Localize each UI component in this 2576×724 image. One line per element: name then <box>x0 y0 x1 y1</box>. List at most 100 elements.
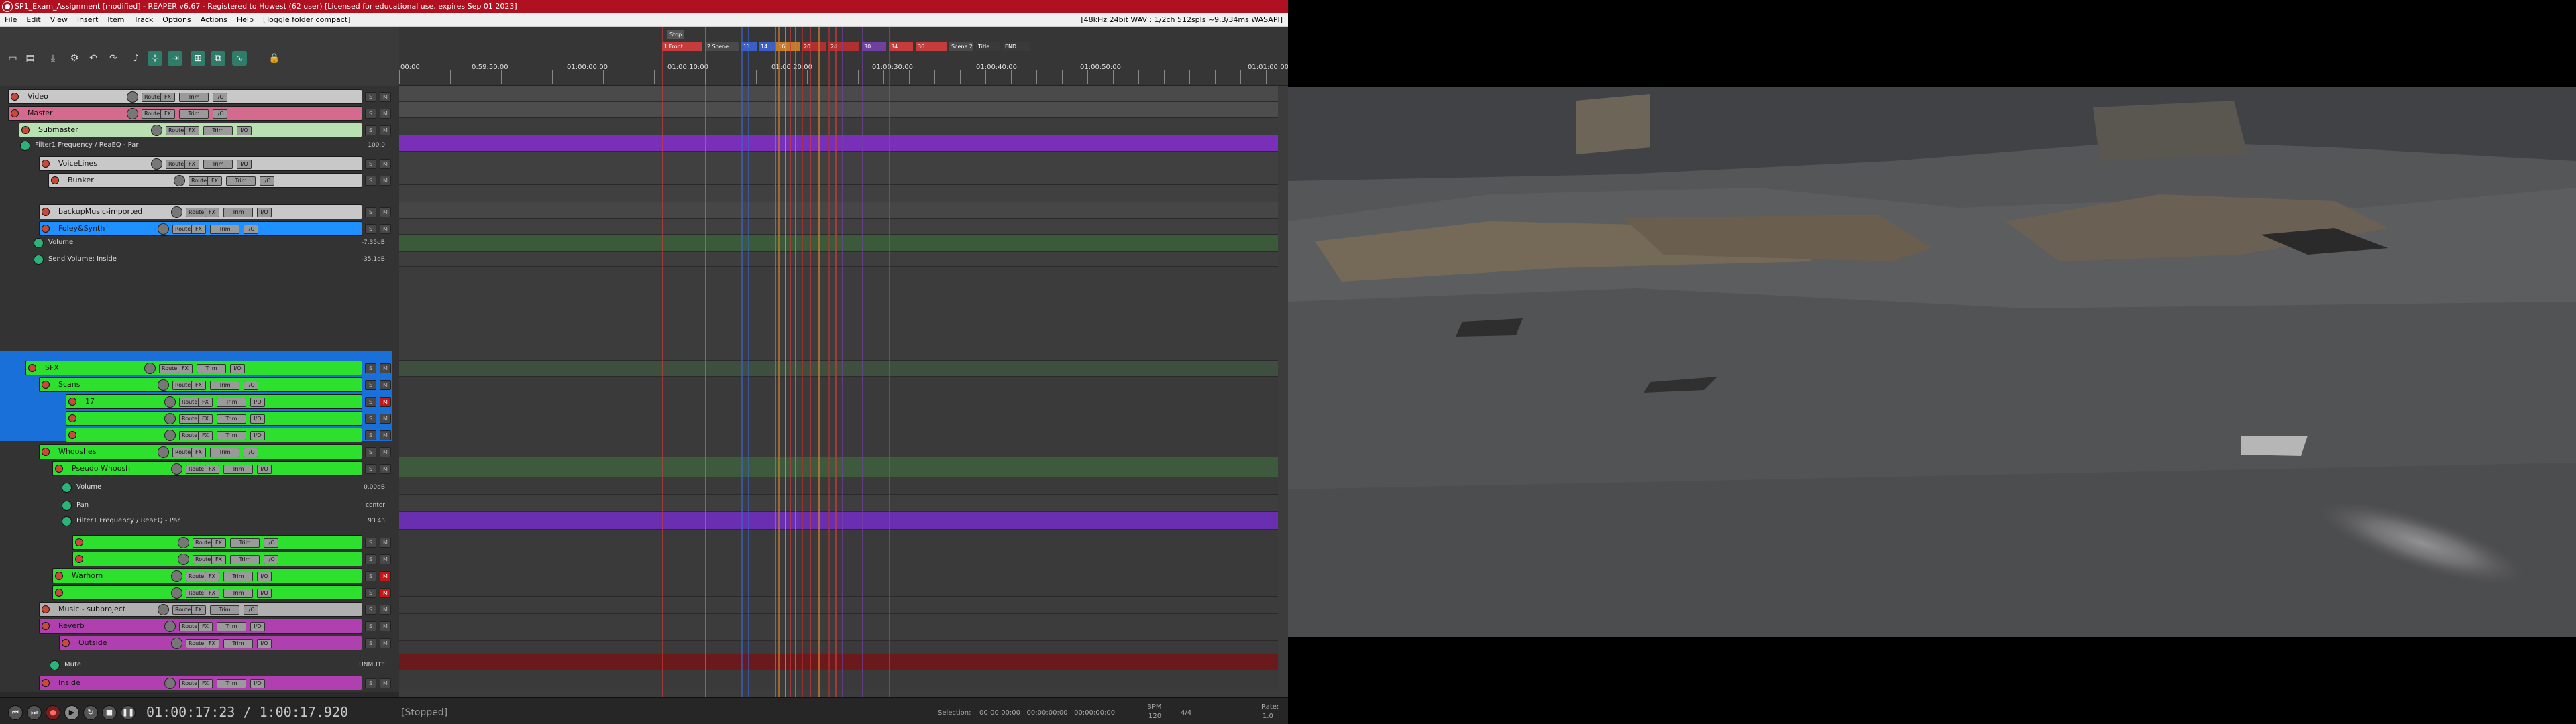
settings-icon[interactable]: ⚙ <box>67 51 82 66</box>
track-row[interactable]: Foley&Synth Route FX Trim I/O M S <box>39 221 391 236</box>
io-button[interactable]: I/O <box>237 126 252 135</box>
solo-button[interactable]: S <box>365 397 376 407</box>
track-lane[interactable] <box>399 512 1278 530</box>
fx-button[interactable]: FX <box>211 555 226 564</box>
fx-button[interactable]: FX <box>205 572 219 581</box>
track-lane[interactable] <box>399 235 1278 252</box>
record-arm-button[interactable] <box>42 605 50 613</box>
mute-button[interactable]: M <box>380 92 391 102</box>
mute-button[interactable]: M <box>380 397 391 407</box>
menu-edit[interactable]: Edit <box>21 13 45 26</box>
undo-icon[interactable]: ↶ <box>86 51 101 66</box>
fx-button[interactable]: FX <box>205 208 219 217</box>
solo-button[interactable]: S <box>365 554 376 564</box>
mute-button[interactable]: M <box>380 588 391 598</box>
solo-button[interactable]: S <box>365 588 376 598</box>
track-row[interactable]: Inside Route FX Trim I/O M S <box>39 676 391 690</box>
region-marker[interactable]: 24 <box>828 42 859 51</box>
track-row[interactable]: VoiceLines Route FX Trim I/O M S <box>39 156 391 171</box>
track-name[interactable]: Bunker <box>64 175 171 186</box>
region-marker[interactable]: 2 Scene <box>705 42 739 51</box>
track-name[interactable]: Reverb <box>54 621 162 631</box>
trim-button[interactable]: Trim <box>210 381 239 390</box>
mute-button[interactable]: M <box>380 380 391 390</box>
track-row[interactable]: Music - subproject Route FX Trim I/O M S <box>39 602 391 617</box>
track-name[interactable] <box>68 587 168 598</box>
record-arm-button[interactable] <box>42 448 50 456</box>
record-arm-button[interactable] <box>11 109 19 117</box>
trim-button[interactable]: Trim <box>217 398 246 407</box>
volume-knob[interactable] <box>174 175 185 186</box>
track-lane[interactable] <box>399 477 1278 495</box>
track-lane[interactable] <box>399 597 1278 614</box>
track-lane[interactable] <box>399 457 1278 477</box>
mute-button[interactable]: M <box>380 363 391 373</box>
fx-button[interactable]: FX <box>198 622 213 631</box>
trim-button[interactable]: Trim <box>210 225 239 234</box>
ripple-icon[interactable]: ⇥ <box>168 51 182 66</box>
track-lane[interactable] <box>399 185 1278 202</box>
menu-actions[interactable]: Actions <box>196 13 232 26</box>
route-button[interactable]: Route <box>179 679 201 688</box>
volume-knob[interactable] <box>171 206 182 218</box>
route-button[interactable]: Route <box>172 225 194 234</box>
envelope-lane[interactable]: Mute UNMUTE <box>50 659 389 672</box>
region-marker[interactable]: 30 <box>862 42 886 51</box>
region-marker[interactable]: 1 Front <box>662 42 702 51</box>
mute-button[interactable]: M <box>380 414 391 424</box>
trim-button[interactable]: Trim <box>223 465 253 474</box>
track-row[interactable]: Master Route FX Trim I/O M S <box>8 106 391 121</box>
volume-knob[interactable] <box>164 621 176 632</box>
track-row[interactable]: Whooshes Route FX Trim I/O M S <box>39 444 391 459</box>
route-button[interactable]: Route <box>186 465 207 474</box>
route-button[interactable]: Route <box>166 160 187 169</box>
track-row[interactable]: Route FX Trim I/O M S <box>66 411 391 426</box>
mute-button[interactable]: M <box>380 207 391 217</box>
route-button[interactable]: Route <box>186 589 207 598</box>
envelope-arm-button[interactable] <box>62 483 72 493</box>
track-row[interactable]: Pseudo Whoosh Route FX Trim I/O M S <box>52 461 391 476</box>
route-button[interactable]: Route <box>172 381 194 390</box>
track-lane[interactable] <box>399 641 1278 654</box>
volume-knob[interactable] <box>164 396 176 408</box>
io-button[interactable]: I/O <box>250 414 265 424</box>
track-row[interactable]: Route FX Trim I/O M S <box>66 428 391 442</box>
trim-button[interactable]: Trim <box>230 555 260 564</box>
volume-knob[interactable] <box>178 554 189 565</box>
route-button[interactable]: Route <box>186 639 207 648</box>
trim-button[interactable]: Trim <box>210 605 239 615</box>
record-arm-button[interactable] <box>42 381 50 389</box>
volume-knob[interactable] <box>151 125 162 136</box>
menu-item[interactable]: Item <box>103 13 129 26</box>
solo-button[interactable]: S <box>365 159 376 169</box>
menu-view[interactable]: View <box>46 13 72 26</box>
route-button[interactable]: Route <box>179 398 201 407</box>
track-row[interactable]: backupMusic-imported Route FX Trim I/O M S <box>39 204 391 219</box>
volume-knob[interactable] <box>171 463 182 475</box>
record-arm-button[interactable] <box>55 589 63 597</box>
menu-help[interactable]: Help <box>232 13 258 26</box>
envelope-lane[interactable]: Pan center <box>62 499 389 513</box>
track-name[interactable]: Warhorn <box>68 570 168 581</box>
track-row[interactable]: SFX Route FX Trim I/O M S <box>25 361 391 375</box>
fx-button[interactable]: FX <box>207 176 222 186</box>
selection-values[interactable]: 00:00:00:00 00:00:00:00 00:00:00:00 <box>979 709 1115 717</box>
rate-value[interactable]: 1.0 <box>1263 713 1273 720</box>
trim-button[interactable]: Trim <box>203 160 233 169</box>
mute-button[interactable]: M <box>380 571 391 581</box>
trim-button[interactable]: Trim <box>179 93 209 102</box>
track-row[interactable]: Route FX Trim I/O M S <box>72 535 391 550</box>
track-name[interactable]: SFX <box>41 363 142 373</box>
volume-knob[interactable] <box>164 430 176 441</box>
menu-toggle-folder-compact[interactable]: [Toggle folder compact] <box>258 13 355 26</box>
io-button[interactable]: I/O <box>244 448 258 457</box>
crossfade-icon[interactable]: ⧉ <box>211 51 225 66</box>
volume-knob[interactable] <box>158 223 169 235</box>
solo-button[interactable]: S <box>365 363 376 373</box>
volume-knob[interactable] <box>127 91 138 103</box>
track-row[interactable]: Reverb Route FX Trim I/O M S <box>39 619 391 634</box>
menu-file[interactable]: File <box>0 13 21 26</box>
region-marker[interactable]: 16 <box>776 42 800 51</box>
fx-button[interactable]: FX <box>191 448 206 457</box>
mute-button[interactable]: M <box>380 224 391 234</box>
